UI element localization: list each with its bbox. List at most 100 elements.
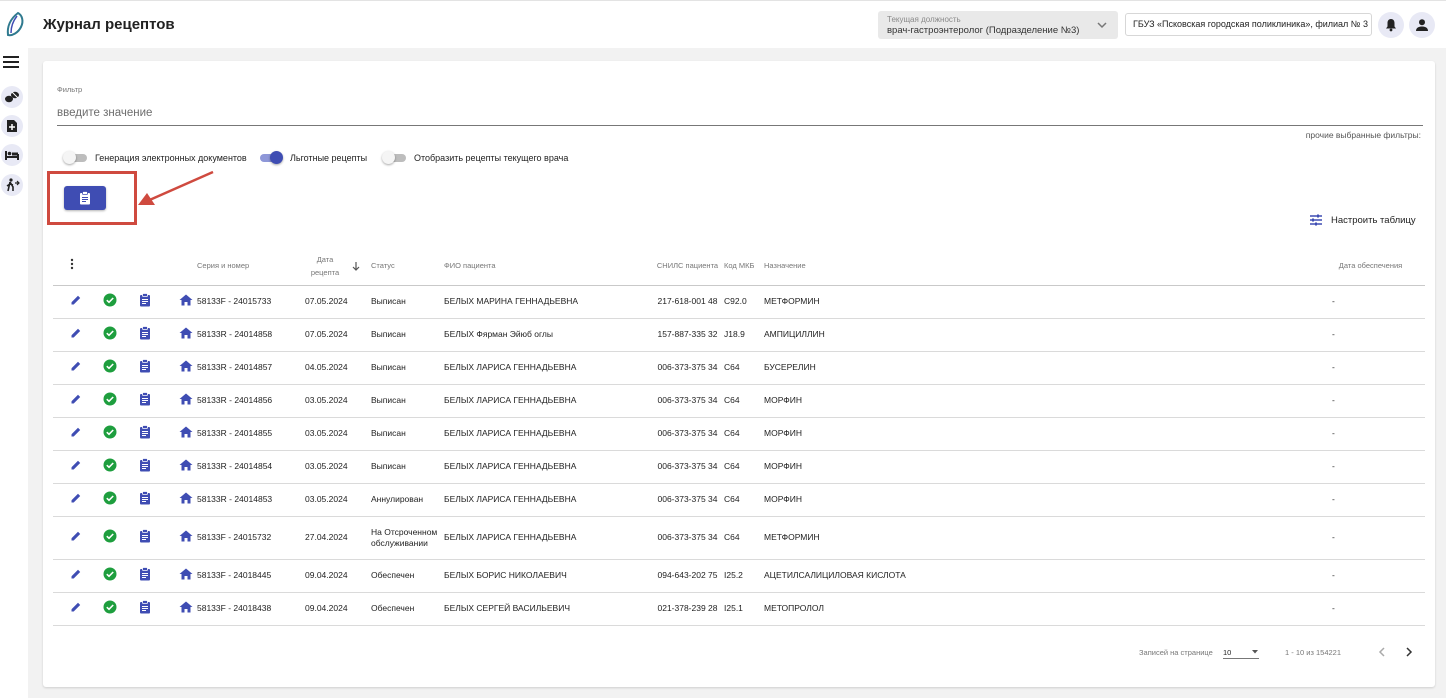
table-row[interactable]: 58133R - 24014858 07.05.2024 Выписан БЕЛЫХ … xyxy=(53,318,1425,352)
cell-prescription: МОРФИН xyxy=(764,483,1316,517)
clipboard-icon[interactable] xyxy=(139,458,151,472)
arrow-down-icon[interactable] xyxy=(351,261,361,271)
clipboard-icon[interactable] xyxy=(139,293,151,307)
clipboard-icon[interactable] xyxy=(139,425,151,439)
clipboard-icon[interactable] xyxy=(139,392,151,406)
home-cell xyxy=(161,384,197,418)
status-icon-cell xyxy=(89,450,125,484)
home-icon[interactable] xyxy=(179,294,193,306)
clipboard-cell xyxy=(125,516,161,560)
table-row[interactable]: 58133F - 24018438 09.04.2024 Обеспечен БЕЛЫ… xyxy=(53,592,1425,626)
rows-per-page-select[interactable]: 10 xyxy=(1223,645,1259,659)
column-supply-date[interactable]: Дата обеспечения xyxy=(1316,247,1425,286)
home-icon[interactable] xyxy=(179,459,193,471)
rows-per-page-value: 10 xyxy=(1223,648,1232,657)
table-row[interactable]: 58133F - 24018445 09.04.2024 Обеспечен БЕЛЫ… xyxy=(53,559,1425,593)
column-date-label: Дата рецепта xyxy=(310,254,340,277)
clipboard-icon[interactable] xyxy=(139,529,151,543)
filter-input[interactable] xyxy=(57,101,1423,126)
column-series[interactable]: Серия и номер xyxy=(197,247,305,286)
sidebar-item-recipes[interactable] xyxy=(1,86,23,108)
cell-series: 58133F - 24015733 xyxy=(197,285,305,319)
clipboard-icon[interactable] xyxy=(139,326,151,340)
more-vert-icon[interactable] xyxy=(67,258,77,270)
cell-prescription: МЕТФОРМИН xyxy=(764,285,1316,319)
pencil-icon[interactable] xyxy=(70,426,82,438)
column-menu[interactable] xyxy=(53,247,89,286)
home-icon[interactable] xyxy=(179,360,193,372)
check-circle-icon xyxy=(103,600,117,614)
other-filters-label: прочие выбранные фильтры: xyxy=(1305,130,1421,140)
toggle-track[interactable] xyxy=(260,151,283,164)
cell-mkb: C64 xyxy=(724,384,764,418)
table-row[interactable]: 58133R - 24014853 03.05.2024 Аннулирован БЕ… xyxy=(53,483,1425,517)
toggle-generate-documents[interactable]: Генерация электронных документов xyxy=(63,151,247,164)
status-icon-cell xyxy=(89,483,125,517)
organization-select[interactable]: ГБУЗ «Псковская городская поликлиника», … xyxy=(1125,13,1372,36)
clipboard-cell xyxy=(125,318,161,352)
column-fio[interactable]: ФИО пациента xyxy=(444,247,651,286)
column-status[interactable]: Статус xyxy=(371,247,444,286)
pencil-icon[interactable] xyxy=(70,294,82,306)
clipboard-cell xyxy=(125,351,161,385)
sidebar xyxy=(0,48,28,698)
table-row[interactable]: 58133R - 24014855 03.05.2024 Выписан БЕЛЫХ … xyxy=(53,417,1425,451)
home-icon[interactable] xyxy=(179,568,193,580)
clipboard-icon[interactable] xyxy=(139,567,151,581)
configure-table-button[interactable]: Настроить таблицу xyxy=(1309,214,1416,226)
chevron-down-icon xyxy=(1252,650,1258,654)
edit-cell xyxy=(53,516,89,560)
cell-prescription: МОРФИН xyxy=(764,417,1316,451)
toggle-track[interactable] xyxy=(382,151,406,164)
pencil-icon[interactable] xyxy=(70,492,82,504)
pencil-icon[interactable] xyxy=(70,459,82,471)
clipboard-icon[interactable] xyxy=(139,359,151,373)
sidebar-item-hospital[interactable] xyxy=(1,144,23,166)
cell-date: 27.04.2024 xyxy=(305,516,371,560)
table-row[interactable]: 58133R - 24014856 03.05.2024 Выписан БЕЛЫХ … xyxy=(53,384,1425,418)
sidebar-item-documents[interactable] xyxy=(1,115,23,137)
clipboard-icon[interactable] xyxy=(139,600,151,614)
pencil-icon[interactable] xyxy=(70,393,82,405)
column-snils[interactable]: СНИЛС пациента xyxy=(651,247,724,286)
chevron-right-icon[interactable] xyxy=(1403,646,1415,658)
home-icon[interactable] xyxy=(179,601,193,613)
home-icon[interactable] xyxy=(179,492,193,504)
pencil-icon[interactable] xyxy=(70,568,82,580)
clipboard-cell xyxy=(125,483,161,517)
toggle-preferential-recipes[interactable]: Льготные рецепты xyxy=(260,151,367,164)
home-icon[interactable] xyxy=(179,530,193,542)
clipboard-icon[interactable] xyxy=(139,491,151,505)
toggle-track[interactable] xyxy=(63,151,87,164)
column-mkb[interactable]: Код МКБ xyxy=(724,247,764,286)
pencil-icon[interactable] xyxy=(70,601,82,613)
column-date[interactable]: Дата рецепта xyxy=(305,247,371,286)
table-row[interactable]: 58133R - 24014857 04.05.2024 Выписан БЕЛЫХ … xyxy=(53,351,1425,385)
pencil-icon[interactable] xyxy=(70,530,82,542)
clipboard-cell xyxy=(125,592,161,626)
notifications-button[interactable] xyxy=(1378,12,1404,38)
sidebar-item-visits[interactable] xyxy=(1,174,23,196)
table-body: 58133F - 24015733 07.05.2024 Выписан БЕЛЫХ … xyxy=(53,285,1425,626)
hamburger-icon[interactable] xyxy=(3,56,19,70)
pencil-icon[interactable] xyxy=(70,327,82,339)
home-icon[interactable] xyxy=(179,393,193,405)
pencil-icon[interactable] xyxy=(70,360,82,372)
clipboard-cell xyxy=(125,450,161,484)
position-select[interactable]: Текущая должность врач-гастроэнтеролог (… xyxy=(878,11,1118,39)
table-row[interactable]: 58133R - 24014854 03.05.2024 Выписан БЕЛЫХ … xyxy=(53,450,1425,484)
toggle-knob xyxy=(382,151,395,164)
cell-mkb: C64 xyxy=(724,516,764,560)
column-prescription[interactable]: Назначение xyxy=(764,247,1316,286)
logo-icon[interactable] xyxy=(4,11,26,39)
cell-mkb: C64 xyxy=(724,417,764,451)
chevron-left-icon[interactable] xyxy=(1376,646,1388,658)
table-row[interactable]: 58133F - 24015732 27.04.2024 На Отсроченно… xyxy=(53,516,1425,560)
check-circle-icon xyxy=(103,529,117,543)
home-icon[interactable] xyxy=(179,426,193,438)
home-cell xyxy=(161,592,197,626)
table-row[interactable]: 58133F - 24015733 07.05.2024 Выписан БЕЛЫХ … xyxy=(53,285,1425,319)
user-button[interactable] xyxy=(1409,12,1435,38)
home-icon[interactable] xyxy=(179,327,193,339)
toggle-current-doctor-recipes[interactable]: Отобразить рецепты текущего врача xyxy=(382,151,568,164)
